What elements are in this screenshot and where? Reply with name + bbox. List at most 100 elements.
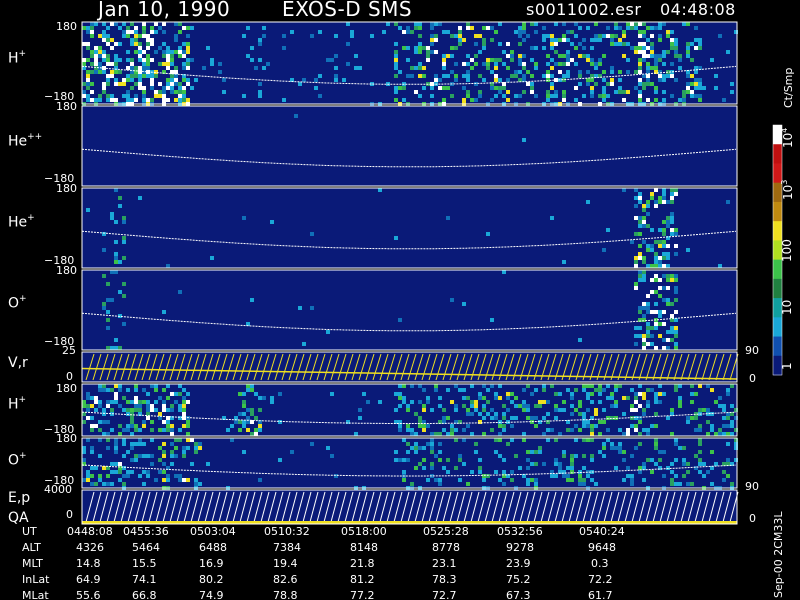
spectrogram-cell bbox=[426, 50, 430, 54]
spectrogram-cell bbox=[654, 26, 658, 30]
spectrogram-cell bbox=[522, 30, 526, 34]
spectrogram-cell bbox=[258, 428, 262, 432]
table-cell: 67.3 bbox=[506, 589, 531, 600]
spectrogram-cell bbox=[166, 420, 170, 424]
spectrogram-cell bbox=[418, 462, 422, 466]
spectrogram-cell bbox=[642, 46, 646, 50]
spectrogram-cell bbox=[370, 34, 374, 38]
spectrogram-cell bbox=[530, 58, 534, 62]
spectrogram-cell bbox=[166, 98, 170, 102]
spectrogram-cell bbox=[538, 446, 542, 450]
spectrogram-cell bbox=[634, 400, 638, 404]
spectrogram-cell bbox=[554, 38, 558, 42]
spectrogram-cell bbox=[310, 34, 314, 38]
spectrogram-cell bbox=[414, 442, 418, 446]
spectrogram-cell bbox=[554, 50, 558, 54]
spectrogram-cell bbox=[666, 34, 670, 38]
spectrogram-cell bbox=[410, 428, 414, 432]
spectrogram-cell bbox=[550, 66, 554, 70]
spectrogram-cell bbox=[494, 74, 498, 78]
spectrogram-cell bbox=[110, 470, 114, 474]
spectrogram-cell bbox=[594, 82, 598, 86]
spectrogram-cell bbox=[674, 46, 678, 50]
right-tick: 0 bbox=[749, 512, 756, 525]
spectrogram-cell bbox=[662, 252, 666, 256]
spectrogram-cell bbox=[650, 244, 654, 248]
table-cell: 5464 bbox=[132, 541, 160, 554]
spectrogram-cell bbox=[554, 462, 558, 466]
spectrogram-cell bbox=[634, 326, 638, 330]
spectrogram-cell bbox=[706, 384, 710, 388]
spectrogram-cell bbox=[270, 400, 274, 404]
spectrogram-cell bbox=[618, 42, 622, 46]
spectrogram-cell bbox=[726, 474, 730, 478]
spectrogram-cell bbox=[642, 260, 646, 264]
spectrogram-cell bbox=[686, 482, 690, 486]
spectrogram-cell bbox=[130, 446, 134, 450]
spectrogram-cell bbox=[586, 474, 590, 478]
spectrogram-cell bbox=[522, 38, 526, 42]
spectrogram-cell bbox=[582, 466, 586, 470]
spectrogram-cell bbox=[654, 302, 658, 306]
spectrogram-cell bbox=[94, 50, 98, 54]
spectrogram-cell bbox=[462, 62, 466, 66]
spectrogram-cell bbox=[90, 62, 94, 66]
spectrogram-cell bbox=[630, 482, 634, 486]
spectrogram-cell bbox=[94, 482, 98, 486]
spectrogram-cell bbox=[406, 450, 410, 454]
spectrogram-cell bbox=[118, 478, 122, 482]
table-row-label: UT bbox=[22, 525, 37, 538]
spectrogram-cell bbox=[590, 458, 594, 462]
spectrogram-cell bbox=[146, 454, 150, 458]
table-cell: 0.3 bbox=[591, 557, 609, 570]
spectrogram-cell bbox=[642, 256, 646, 260]
spectrogram-cell bbox=[330, 392, 334, 396]
table-cell: 55.6 bbox=[76, 589, 101, 600]
spectrogram-cell bbox=[654, 442, 658, 446]
spectrogram-cell bbox=[170, 74, 174, 78]
table-cell: 9278 bbox=[506, 541, 534, 554]
spectrogram-cell bbox=[634, 408, 638, 412]
spectrogram-cell bbox=[134, 458, 138, 462]
spectrogram-cell bbox=[326, 58, 330, 62]
spectrogram-cell bbox=[138, 400, 142, 404]
spectrogram-cell bbox=[190, 26, 194, 30]
spectrogram-cell bbox=[490, 26, 494, 30]
panel-background bbox=[82, 106, 737, 186]
spectrogram-cell bbox=[530, 450, 534, 454]
spectrogram-cell bbox=[458, 26, 462, 30]
spectrogram-cell bbox=[82, 478, 86, 482]
spectrogram-cell bbox=[182, 424, 186, 428]
spectrogram-cell bbox=[646, 54, 650, 58]
spectrogram-cell bbox=[170, 432, 174, 436]
spectrogram-cell bbox=[394, 90, 398, 94]
spectrogram-cell bbox=[642, 342, 646, 346]
spectrogram-cell bbox=[118, 424, 122, 428]
spectrogram-cell bbox=[406, 26, 410, 30]
spectrogram-cell bbox=[466, 412, 470, 416]
spectrogram-cell bbox=[642, 462, 646, 466]
spectrogram-cell bbox=[674, 342, 678, 346]
spectrogram-cell bbox=[406, 408, 410, 412]
spectrogram-cell bbox=[534, 482, 538, 486]
spectrogram-cell bbox=[470, 98, 474, 102]
spectrogram-cell bbox=[654, 310, 658, 314]
spectrogram-cell bbox=[726, 200, 730, 204]
spectrogram-cell bbox=[350, 34, 354, 38]
spectrogram-cell bbox=[110, 428, 114, 432]
spectrogram-cell bbox=[658, 314, 662, 318]
spectrogram-cell bbox=[502, 62, 506, 66]
spectrogram-cell bbox=[122, 240, 126, 244]
spectrogram-cell bbox=[654, 204, 658, 208]
spectrogram-cell bbox=[674, 442, 678, 446]
spectrogram-cell bbox=[698, 462, 702, 466]
spectrogram-cell bbox=[514, 74, 518, 78]
spectrogram-cell bbox=[110, 212, 114, 216]
table-cell: 0532:56 bbox=[497, 525, 543, 538]
spectrogram-cell bbox=[582, 454, 586, 458]
spectrogram-cell bbox=[578, 26, 582, 30]
spectrogram-cell bbox=[110, 482, 114, 486]
spectrogram-cell bbox=[330, 58, 334, 62]
spectrogram-cell bbox=[414, 446, 418, 450]
spectrogram-cell bbox=[646, 310, 650, 314]
